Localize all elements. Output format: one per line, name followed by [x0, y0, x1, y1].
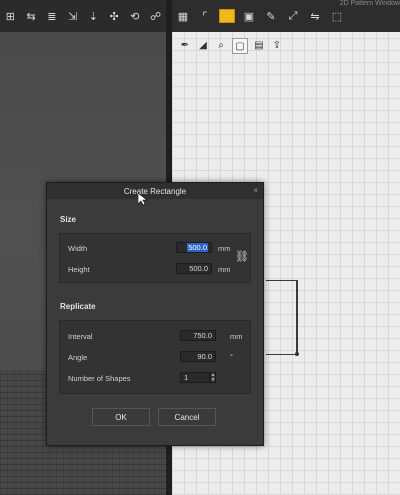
- mouse-cursor-icon: [138, 193, 147, 206]
- width-unit: mm: [218, 244, 231, 253]
- erase-icon[interactable]: ◢: [196, 38, 210, 52]
- zoom-icon[interactable]: ⌕: [214, 38, 228, 52]
- shapes-field[interactable]: 1: [180, 372, 210, 383]
- select-icon[interactable]: ▢: [232, 38, 248, 54]
- shapes-label: Number of Shapes: [68, 374, 131, 383]
- viewport-3d-toolbar: ⊞ ⇆ ≣ ⇲ ⇣ ✣ ⟲ ☍: [0, 0, 166, 32]
- angle-field[interactable]: 90.0: [180, 351, 216, 362]
- close-icon[interactable]: ×: [253, 186, 258, 195]
- sketch-line: [266, 354, 298, 355]
- replicate-section-label: Replicate: [60, 302, 96, 311]
- cancel-button[interactable]: Cancel: [158, 408, 216, 426]
- sketch-line: [296, 280, 298, 355]
- move-icon[interactable]: ⇲: [62, 6, 83, 26]
- split-icon[interactable]: ✣: [104, 6, 125, 26]
- dialog-title-bar[interactable]: Create Rectangle ×: [47, 183, 263, 199]
- chevron-down-icon[interactable]: ▼: [211, 377, 216, 383]
- angle-label: Angle: [68, 353, 88, 362]
- export-icon[interactable]: ⇪: [270, 38, 284, 52]
- interval-label: Interval: [68, 332, 93, 341]
- align-icon[interactable]: ⇆: [21, 6, 42, 26]
- angle-unit: °: [230, 352, 233, 361]
- person-icon[interactable]: ☍: [145, 6, 166, 26]
- dialog-title: Create Rectangle: [123, 186, 187, 196]
- size-group: Width 500.0 mm Height 500.0 mm ⛓: [59, 233, 251, 283]
- sketch-line: [266, 280, 298, 281]
- interval-unit: mm: [230, 332, 243, 341]
- box-icon[interactable]: ⬚: [326, 6, 348, 26]
- frame-icon[interactable]: ⌜: [194, 6, 216, 26]
- stack-icon[interactable]: ≣: [42, 6, 63, 26]
- image-icon[interactable]: ▣: [238, 6, 260, 26]
- create-rectangle-dialog: Create Rectangle × Size Width 500.0 mm H…: [46, 182, 264, 446]
- replicate-group: Interval 750.0 mm Angle 90.0 ° Number of…: [59, 320, 251, 394]
- window-title: 2D Pattern Window: [339, 0, 400, 7]
- ok-button[interactable]: OK: [92, 408, 150, 426]
- height-label: Height: [68, 265, 90, 274]
- active-tool-highlight: [219, 9, 235, 23]
- interval-field[interactable]: 750.0: [180, 330, 216, 341]
- link-icon[interactable]: ⛓: [235, 250, 249, 263]
- shapes-stepper[interactable]: ▲ ▼: [210, 372, 216, 383]
- rectangle-tool-icon[interactable]: [216, 6, 238, 26]
- grid-icon[interactable]: ▦: [172, 6, 194, 26]
- sketch-point[interactable]: [295, 352, 299, 356]
- pattern-window-toolbar: ▦ ⌜ ▣ ✎ ⤢ ⇋ ⬚ 2D Pattern Window: [172, 0, 400, 32]
- size-section-label: Size: [60, 215, 77, 224]
- height-field[interactable]: 500.0: [176, 263, 212, 274]
- flip-icon[interactable]: ⇋: [304, 6, 326, 26]
- pen-icon[interactable]: ✒: [178, 38, 192, 52]
- copy-icon[interactable]: ▤: [252, 38, 266, 52]
- pattern-tools: ✒ ◢ ⌕ ▢ ▤ ⇪: [178, 38, 284, 54]
- width-label: Width: [68, 244, 88, 253]
- rotate-icon[interactable]: ⟲: [125, 6, 146, 26]
- transform-icon[interactable]: ⤢: [282, 6, 304, 26]
- width-field[interactable]: 500.0: [176, 242, 212, 253]
- view-icon[interactable]: ⊞: [0, 6, 21, 26]
- height-unit: mm: [218, 265, 231, 274]
- move-down-icon[interactable]: ⇣: [83, 6, 104, 26]
- paint-icon[interactable]: ✎: [260, 6, 282, 26]
